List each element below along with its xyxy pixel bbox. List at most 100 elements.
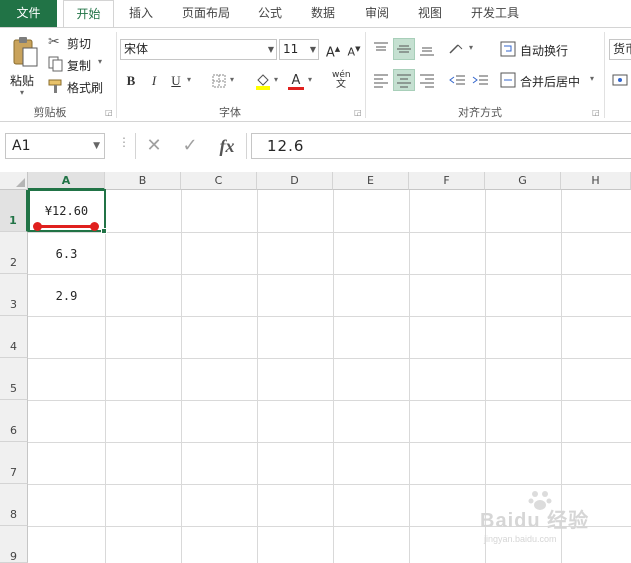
- row-header-7[interactable]: 7: [0, 442, 28, 484]
- group-divider: [116, 32, 117, 118]
- row-header-6[interactable]: 6: [0, 400, 28, 442]
- paste-icon: [13, 37, 38, 67]
- fill-handle[interactable]: [101, 228, 107, 234]
- underline-dropdown-icon[interactable]: ▾: [187, 75, 191, 84]
- select-all-button[interactable]: [0, 172, 28, 190]
- align-middle-button[interactable]: [393, 38, 415, 60]
- font-color-dropdown-icon[interactable]: ▾: [308, 75, 312, 84]
- font-size-select[interactable]: 11 ▼: [279, 39, 319, 60]
- row-header-2[interactable]: 2: [0, 232, 28, 274]
- tab-view[interactable]: 视图: [410, 0, 450, 27]
- row-header-4[interactable]: 4: [0, 316, 28, 358]
- underline-button[interactable]: U: [165, 70, 187, 92]
- tab-review[interactable]: 审阅: [356, 0, 398, 27]
- copy-button[interactable]: 复制 ▾: [48, 56, 108, 74]
- clipboard-launcher-icon[interactable]: ◲: [105, 108, 113, 117]
- tab-formulas[interactable]: 公式: [250, 0, 290, 27]
- column-header-c[interactable]: C: [181, 172, 257, 190]
- fill-color-dropdown-icon[interactable]: ▾: [274, 75, 278, 84]
- gridline: [28, 274, 631, 275]
- format-painter-button[interactable]: 格式刷: [48, 78, 108, 96]
- cut-button[interactable]: ✂ 剪切: [48, 34, 98, 52]
- increase-font-icon: A: [325, 45, 335, 61]
- copy-dropdown-icon[interactable]: ▾: [98, 57, 102, 66]
- row-header-3[interactable]: 3: [0, 274, 28, 316]
- row-header-5[interactable]: 5: [0, 358, 28, 400]
- paste-button[interactable]: 粘贴 ▾: [6, 34, 42, 98]
- font-color-swatch: [288, 87, 304, 90]
- increase-font-size-button[interactable]: A▲: [322, 38, 344, 60]
- align-bottom-button[interactable]: [416, 38, 438, 60]
- increase-indent-button[interactable]: [469, 69, 491, 91]
- group-divider: [365, 32, 366, 118]
- tab-file[interactable]: 文件: [0, 0, 57, 27]
- chevron-down-icon: ▼: [93, 141, 100, 151]
- fill-color-button[interactable]: [252, 70, 274, 92]
- formula-input[interactable]: 12.6: [251, 133, 631, 159]
- group-divider: [604, 32, 605, 118]
- formula-divider: [135, 133, 136, 159]
- decrease-indent-button[interactable]: [446, 69, 468, 91]
- wrap-text-icon: [500, 41, 516, 57]
- decrease-font-icon: A: [347, 45, 356, 59]
- borders-button[interactable]: [208, 70, 230, 92]
- merge-dropdown-icon[interactable]: ▾: [590, 74, 594, 83]
- cancel-icon[interactable]: ✕: [141, 133, 167, 159]
- font-size-value: 11: [283, 42, 299, 56]
- scissors-icon: ✂: [48, 34, 60, 50]
- decrease-font-size-button[interactable]: A▼: [343, 38, 365, 60]
- column-header-g[interactable]: G: [485, 172, 561, 190]
- bold-button[interactable]: B: [120, 70, 142, 92]
- merge-center-label: 合并后居中: [520, 75, 581, 89]
- select-all-icon: [16, 178, 25, 187]
- align-right-button[interactable]: [416, 69, 438, 91]
- accounting-format-button[interactable]: [609, 69, 631, 91]
- cut-label: 剪切: [67, 37, 92, 51]
- orientation-button[interactable]: [446, 38, 468, 60]
- gridline: [28, 358, 631, 359]
- formula-bar-grip-icon[interactable]: ⋮: [118, 135, 130, 149]
- column-header-h[interactable]: H: [561, 172, 631, 190]
- column-header-e[interactable]: E: [333, 172, 409, 190]
- tab-insert[interactable]: 插入: [118, 0, 164, 27]
- number-format-select[interactable]: 货币: [609, 39, 631, 60]
- tab-page-layout[interactable]: 页面布局: [174, 0, 238, 27]
- align-top-button[interactable]: [370, 38, 392, 60]
- ribbon-tab-bar: 文件 开始 插入 页面布局 公式 数据 审阅 视图 开发工具: [0, 0, 631, 28]
- font-color-button[interactable]: A: [285, 70, 307, 92]
- gridline: [28, 316, 631, 317]
- clipboard-group-label: 剪贴板: [33, 106, 67, 119]
- alignment-launcher-icon[interactable]: ◲: [592, 108, 600, 117]
- column-header-a[interactable]: A: [28, 172, 105, 190]
- insert-function-icon[interactable]: fx: [214, 133, 240, 159]
- orientation-dropdown-icon[interactable]: ▾: [469, 43, 473, 52]
- align-left-icon: [374, 74, 388, 88]
- gridline: [181, 190, 182, 563]
- align-center-button[interactable]: [393, 69, 415, 91]
- tab-developer[interactable]: 开发工具: [462, 0, 528, 27]
- font-name-select[interactable]: 宋体 ▼: [120, 39, 277, 60]
- tab-home[interactable]: 开始: [63, 0, 114, 28]
- paste-dropdown-icon[interactable]: ▾: [20, 88, 24, 97]
- cell-a3[interactable]: 2.9: [28, 289, 105, 303]
- watermark-url-text: jingyan.baidu.com: [484, 534, 557, 544]
- phonetic-guide-button[interactable]: wén 文: [329, 68, 355, 94]
- row-header-1[interactable]: 1: [0, 190, 28, 232]
- italic-button[interactable]: I: [143, 70, 165, 92]
- font-launcher-icon[interactable]: ◲: [354, 108, 362, 117]
- row-header-9[interactable]: 9: [0, 526, 28, 563]
- borders-dropdown-icon[interactable]: ▾: [230, 75, 234, 84]
- tab-data[interactable]: 数据: [302, 0, 344, 27]
- column-header-f[interactable]: F: [409, 172, 485, 190]
- font-name-value: 宋体: [124, 42, 149, 56]
- column-header-d[interactable]: D: [257, 172, 333, 190]
- row-header-8[interactable]: 8: [0, 484, 28, 526]
- align-left-button[interactable]: [370, 69, 392, 91]
- wrap-text-button[interactable]: 自动换行: [500, 40, 580, 60]
- name-box[interactable]: A1 ▼: [5, 133, 105, 159]
- merge-center-button[interactable]: 合并后居中 ▾: [500, 71, 600, 91]
- column-header-b[interactable]: B: [105, 172, 181, 190]
- align-right-icon: [420, 74, 434, 88]
- enter-icon[interactable]: ✓: [177, 133, 203, 159]
- cell-a2[interactable]: 6.3: [28, 247, 105, 261]
